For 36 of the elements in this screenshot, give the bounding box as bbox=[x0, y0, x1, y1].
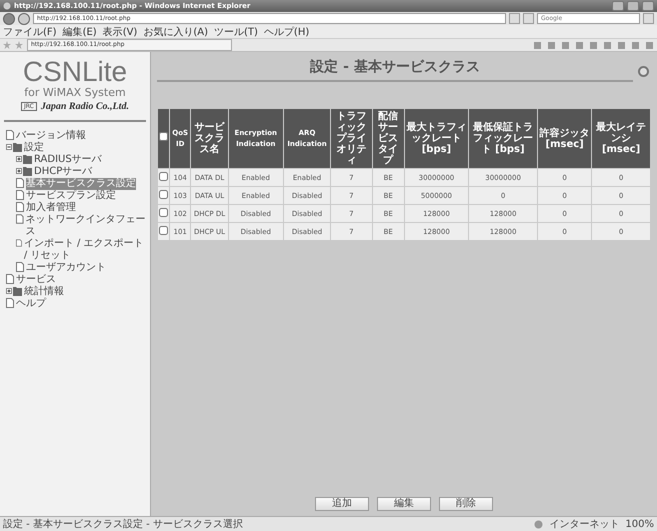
menu-item[interactable]: 編集(E) bbox=[62, 24, 97, 38]
zone-text: インターネット bbox=[549, 518, 620, 531]
status-text: 設定 - 基本サービスクラス設定 - サービスクラス選択 bbox=[3, 518, 244, 531]
column-header: 許容ジッタ [msec] bbox=[538, 109, 592, 168]
action-button[interactable]: 削除 bbox=[439, 497, 493, 511]
tree-item[interactable]: 加入者管理 bbox=[26, 202, 76, 214]
tree-item[interactable]: ネットワークインタフェース bbox=[26, 214, 148, 238]
action-button[interactable]: 追加 bbox=[315, 497, 369, 511]
action-button[interactable]: 編集 bbox=[377, 497, 431, 511]
column-header: 最大トラフィックレート [bps] bbox=[404, 109, 468, 168]
menu-item[interactable]: ファイル(F) bbox=[3, 24, 57, 38]
column-header: 最大レイテンシ [msec] bbox=[592, 109, 650, 168]
menu-item[interactable]: お気に入り(A) bbox=[143, 24, 208, 38]
tree-item[interactable]: サービス bbox=[16, 274, 56, 286]
logo-subtitle: for WiMAX System bbox=[24, 86, 126, 99]
column-header: トラフィックプライオリティ bbox=[331, 109, 372, 168]
tree-item[interactable]: 設定 bbox=[24, 142, 44, 154]
tree-item[interactable]: インポート / エクスポート / リセット bbox=[24, 238, 148, 262]
menu-item[interactable]: 表示(V) bbox=[102, 24, 138, 38]
column-header: 配信サービスタイプ bbox=[372, 109, 404, 168]
logo-title: CSNLite bbox=[22, 58, 128, 86]
page-title: 設定 - 基本サービスクラス bbox=[308, 58, 481, 76]
tree-item[interactable]: ユーザアカウント bbox=[26, 262, 106, 274]
tree-item[interactable]: DHCPサーバ bbox=[34, 166, 92, 178]
zoom-level[interactable]: 100% bbox=[625, 518, 654, 530]
tree-item[interactable]: RADIUSサーバ bbox=[34, 154, 102, 166]
tree-item[interactable]: ヘルプ bbox=[16, 298, 46, 310]
menu-item[interactable]: ツール(T) bbox=[214, 24, 258, 38]
column-header: サービスクラス名 bbox=[191, 109, 228, 168]
menu-item[interactable]: ヘルプ(H) bbox=[264, 24, 310, 38]
column-header: 最低保証トラフィックレート [bps] bbox=[469, 109, 538, 168]
tree-item[interactable]: 統計情報 bbox=[24, 286, 64, 298]
tree-item[interactable]: サービスプラン設定 bbox=[26, 190, 116, 202]
company-name: Japan Radio Co.,Ltd. bbox=[40, 101, 129, 112]
tree-item[interactable]: バージョン情報 bbox=[16, 130, 86, 142]
tree-item[interactable]: 基本サービスクラス設定 bbox=[26, 178, 136, 190]
